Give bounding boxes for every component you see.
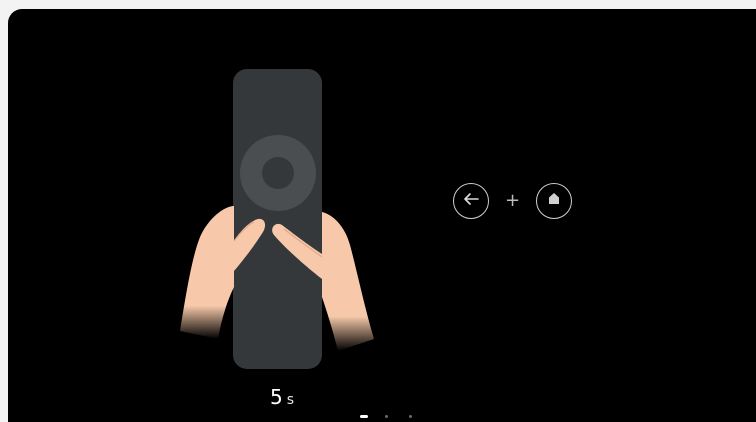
back-button-illustration [453,183,489,219]
page-dot-2 [385,415,388,418]
countdown-unit: s [286,392,295,408]
right-hand [322,212,374,351]
left-hand [180,206,234,339]
home-button-illustration [536,183,573,219]
countdown-timer: 5 s [270,385,294,409]
plus-sign: + [505,190,521,211]
countdown-value: 5 [270,385,283,409]
remote-body [233,69,322,369]
page-indicator [360,415,433,418]
page-dot-1 [360,415,368,418]
tv-screen: + 5 s [8,9,756,422]
remote-center-button [262,157,294,189]
page-dot-3 [409,415,412,418]
remote-in-hands-icon [180,69,374,369]
back-arrow-icon [462,192,480,211]
home-icon [548,192,560,210]
button-combination: + [453,181,573,221]
